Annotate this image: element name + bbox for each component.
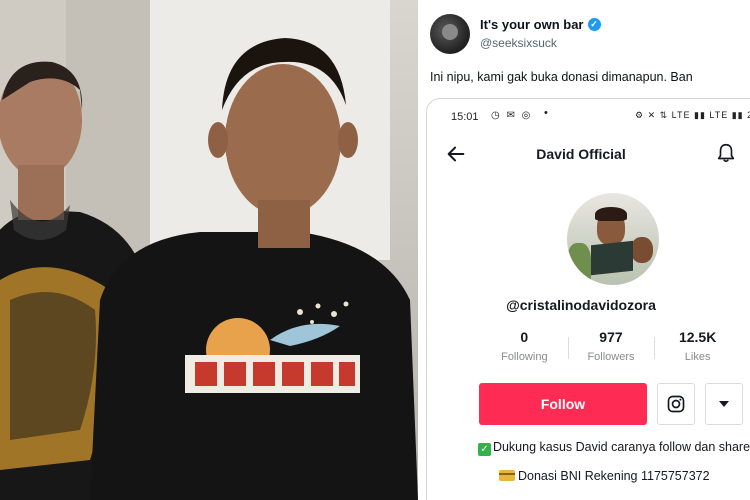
- people-illustration: [0, 38, 418, 500]
- profile-bio: ✓ Dukung kasus David caranya follow dan s…: [477, 438, 750, 456]
- stat-following[interactable]: 0 Following: [481, 329, 568, 369]
- profile-stats: 0 Following 977 Followers 12.5K Likes: [481, 329, 741, 369]
- profile-title: David Official: [536, 146, 626, 162]
- check-icon: ✓: [477, 443, 491, 456]
- bio-donation-line: Donasi BNI Rekening 1175757372: [499, 469, 710, 483]
- profile-avatar[interactable]: [567, 193, 659, 285]
- caret-down-icon: [719, 401, 729, 407]
- stat-label: Followers: [587, 351, 635, 363]
- tweet-text: Ini nipu, kami gak buka donasi dimanapun…: [430, 70, 693, 84]
- instagram-button[interactable]: [657, 383, 695, 425]
- tiktok-screenshot: 15:01 ◷ ✉ ◎ • ⚙ ✕ ⇅ LTE ▮▮ LTE ▮▮ 20 Dav…: [426, 98, 750, 500]
- stat-label: Following: [501, 351, 548, 363]
- profile-header: David Official: [427, 137, 750, 171]
- news-photo: [0, 0, 418, 500]
- stat-followers[interactable]: 977 Followers: [567, 329, 655, 369]
- credit-card-icon: [499, 470, 515, 481]
- bio-line-1: Dukung kasus David caranya follow dan sh…: [492, 440, 750, 454]
- status-bar: 15:01 ◷ ✉ ◎ • ⚙ ✕ ⇅ LTE ▮▮ LTE ▮▮ 20: [427, 99, 750, 135]
- plant-shape: [567, 243, 591, 285]
- hair-shape: [595, 207, 627, 221]
- display-name-text: It's your own bar: [480, 17, 584, 32]
- stat-value: 0: [520, 329, 529, 345]
- book-shape: [591, 240, 633, 276]
- tweet-display-name[interactable]: It's your own bar ✓: [480, 17, 601, 32]
- avatar[interactable]: [430, 14, 470, 54]
- bio-line-2: Donasi BNI Rekening 1175757372: [518, 469, 710, 483]
- bell-icon[interactable]: [715, 142, 737, 164]
- stat-likes[interactable]: 12.5K Likes: [654, 329, 741, 369]
- status-time: 15:01: [451, 111, 479, 123]
- status-dot: •: [544, 107, 548, 119]
- follow-button[interactable]: Follow: [479, 383, 647, 425]
- verified-badge-icon: ✓: [587, 18, 601, 31]
- more-options-button[interactable]: [705, 383, 743, 425]
- instagram-icon: [667, 395, 685, 413]
- profile-username: @cristalinodavidozora: [506, 297, 656, 313]
- stat-label: Likes: [684, 351, 711, 363]
- profile-actions: Follow: [479, 383, 743, 427]
- tweet-panel: It's your own bar ✓ @seeksixsuck Ini nip…: [418, 0, 750, 500]
- signal-icons: ⚙ ✕ ⇅ LTE ▮▮ LTE ▮▮ 20: [635, 110, 750, 120]
- notification-icons: ◷ ✉ ◎: [491, 110, 533, 121]
- tweet-handle[interactable]: @seeksixsuck: [480, 36, 557, 50]
- stat-value: 977: [599, 329, 623, 345]
- person-shape: [631, 237, 653, 263]
- stat-value: 12.5K: [678, 329, 717, 345]
